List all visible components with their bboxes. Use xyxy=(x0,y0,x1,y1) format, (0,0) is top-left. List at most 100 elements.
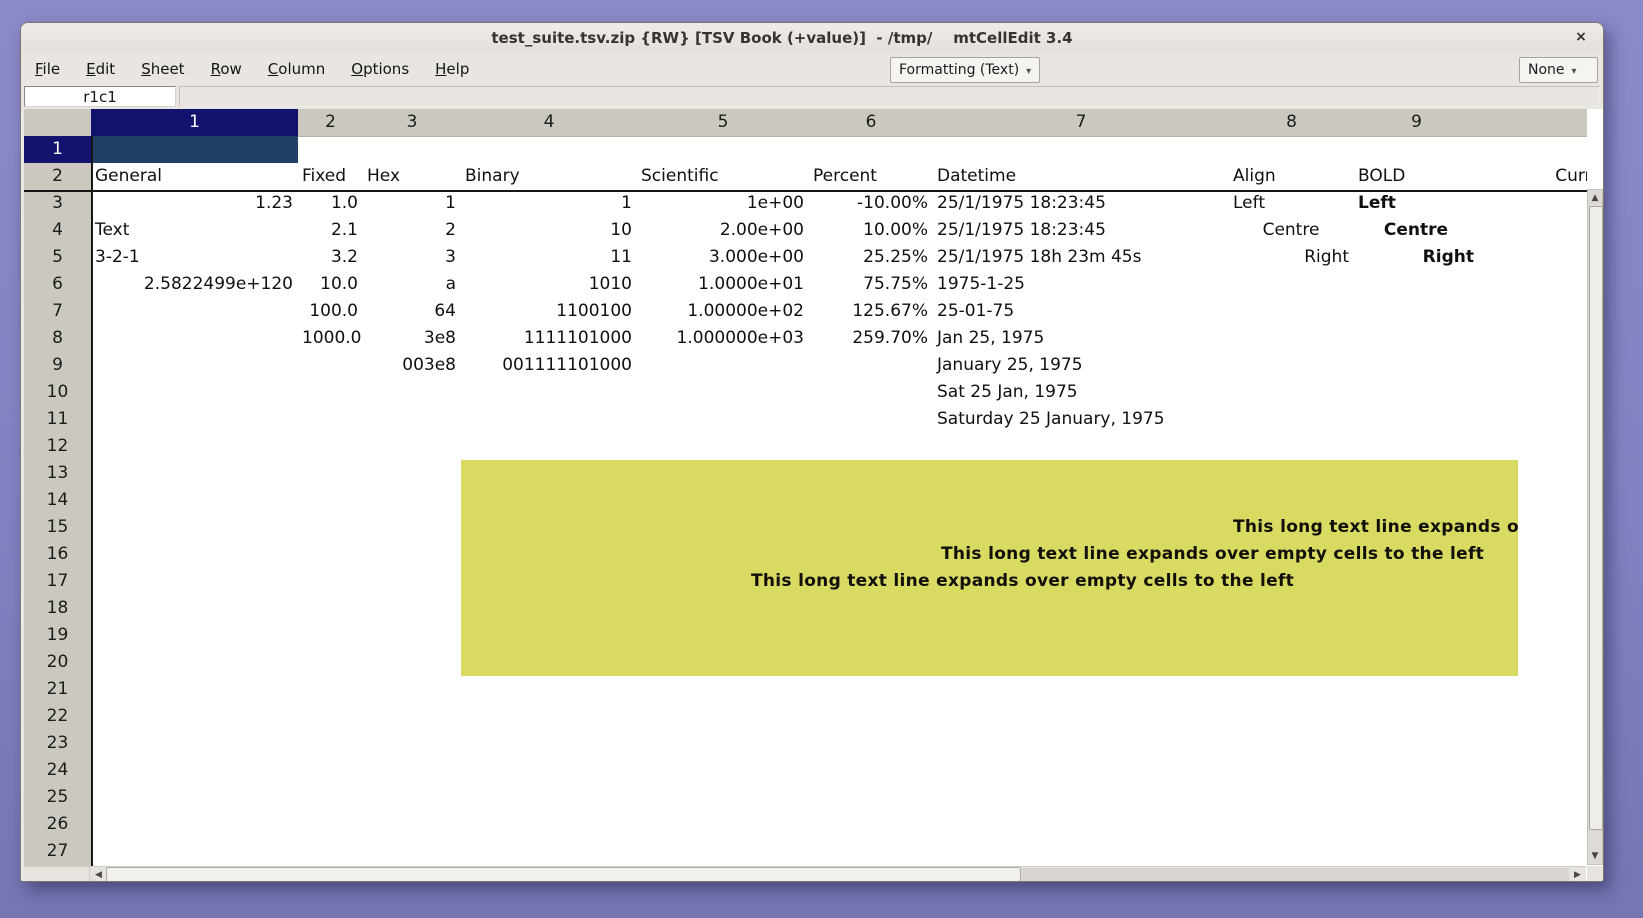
cell-r8c4[interactable]: 1111101000 xyxy=(465,325,632,352)
cell-r5c1[interactable]: 3-2-1 xyxy=(95,244,293,271)
cell-r5c8[interactable]: Right xyxy=(1233,244,1349,271)
cell-r6c3[interactable]: a xyxy=(367,271,456,298)
scroll-up-icon[interactable]: ▲ xyxy=(1588,190,1602,206)
cell-r2c5[interactable]: Scientific xyxy=(641,163,804,190)
row-header-3[interactable]: 3 xyxy=(24,190,91,217)
cell-r7c2[interactable]: 100.0 xyxy=(302,298,358,325)
row-header-14[interactable]: 14 xyxy=(24,487,91,514)
cell-r4c5[interactable]: 2.00e+00 xyxy=(641,217,804,244)
cell-r2c4[interactable]: Binary xyxy=(465,163,632,190)
row-header-1[interactable]: 1 xyxy=(24,136,91,163)
cell-r3c6[interactable]: -10.00% xyxy=(813,190,928,217)
row-header-26[interactable]: 26 xyxy=(24,811,91,838)
cell-r4c2[interactable]: 2.1 xyxy=(302,217,358,244)
cell-r2c1[interactable]: General xyxy=(95,163,293,190)
scroll-down-icon[interactable]: ▼ xyxy=(1588,848,1602,864)
row-header-16[interactable]: 16 xyxy=(24,541,91,568)
row-header-18[interactable]: 18 xyxy=(24,595,91,622)
cell-r7c3[interactable]: 64 xyxy=(367,298,456,325)
cell-r5c3[interactable]: 3 xyxy=(367,244,456,271)
formula-display[interactable] xyxy=(179,86,1600,107)
cell-r5c4[interactable]: 11 xyxy=(465,244,632,271)
cell-r4c4[interactable]: 10 xyxy=(465,217,632,244)
cell-r3c7[interactable]: 25/1/1975 18:23:45 xyxy=(937,190,1224,217)
menu-edit[interactable]: Edit xyxy=(86,60,115,78)
column-header-3[interactable]: 3 xyxy=(363,109,461,136)
cell-r3c2[interactable]: 1.0 xyxy=(302,190,358,217)
cell-r8c7[interactable]: Jan 25, 1975 xyxy=(937,325,1224,352)
menu-file[interactable]: File xyxy=(35,60,60,78)
cell-r9c3[interactable]: 003e8 xyxy=(367,352,456,379)
vertical-scrollbar[interactable]: ▲ ▼ xyxy=(1587,189,1603,865)
column-header-4[interactable]: 4 xyxy=(461,109,637,136)
row-header-12[interactable]: 12 xyxy=(24,433,91,460)
cell-r8c6[interactable]: 259.70% xyxy=(813,325,928,352)
cell-r5c2[interactable]: 3.2 xyxy=(302,244,358,271)
cell-r5c6[interactable]: 25.25% xyxy=(813,244,928,271)
row-header-9[interactable]: 9 xyxy=(24,352,91,379)
cell-r7c5[interactable]: 1.00000e+02 xyxy=(641,298,804,325)
row-header-21[interactable]: 21 xyxy=(24,676,91,703)
row-header-11[interactable]: 11 xyxy=(24,406,91,433)
menu-sheet[interactable]: Sheet xyxy=(141,60,184,78)
cell-r6c6[interactable]: 75.75% xyxy=(813,271,928,298)
row-header-22[interactable]: 22 xyxy=(24,703,91,730)
cell-r6c5[interactable]: 1.0000e+01 xyxy=(641,271,804,298)
row-header-24[interactable]: 24 xyxy=(24,757,91,784)
cell-r6c7[interactable]: 1975-1-25 xyxy=(937,271,1224,298)
cell-r11c7[interactable]: Saturday 25 January, 1975 xyxy=(937,406,1224,433)
row-header-27[interactable]: 27 xyxy=(24,838,91,865)
column-header-6[interactable]: 6 xyxy=(809,109,933,136)
selected-cell-r1c1[interactable] xyxy=(93,136,298,163)
title-bar[interactable]: test_suite.tsv.zip {RW} [TSV Book (+valu… xyxy=(21,23,1603,52)
row-header-15[interactable]: 15 xyxy=(24,514,91,541)
cell-reference-box[interactable]: r1c1 xyxy=(24,86,176,107)
cell-r2c7[interactable]: Datetime xyxy=(937,163,1224,190)
horizontal-scrollbar-track[interactable] xyxy=(1021,868,1569,882)
cell-r3c4[interactable]: 1 xyxy=(465,190,632,217)
horizontal-scrollbar[interactable]: ◀ ▶ xyxy=(24,866,1586,882)
column-header-2[interactable]: 2 xyxy=(298,109,363,136)
row-header-13[interactable]: 13 xyxy=(24,460,91,487)
cell-r2c3[interactable]: Hex xyxy=(367,163,456,190)
cell-r5c5[interactable]: 3.000e+00 xyxy=(641,244,804,271)
row-header-4[interactable]: 4 xyxy=(24,217,91,244)
cell-r8c2[interactable]: 1000.0 xyxy=(302,325,358,352)
cell-r2c10[interactable]: Currency xyxy=(1483,163,1587,190)
horizontal-scrollbar-thumb[interactable] xyxy=(106,867,1021,882)
cell-r4c7[interactable]: 25/1/1975 18:23:45 xyxy=(937,217,1224,244)
cell-r9c4[interactable]: 001111101000 xyxy=(465,352,632,379)
vertical-scrollbar-thumb[interactable] xyxy=(1589,206,1603,830)
cell-r7c7[interactable]: 25-01-75 xyxy=(937,298,1224,325)
cell-r3c5[interactable]: 1e+00 xyxy=(641,190,804,217)
column-header-9[interactable]: 9 xyxy=(1354,109,1479,136)
cell-r2c2[interactable]: Fixed xyxy=(302,163,358,190)
row-header-17[interactable]: 17 xyxy=(24,568,91,595)
cell-r3c1[interactable]: 1.23 xyxy=(95,190,293,217)
cell-r2c9[interactable]: BOLD xyxy=(1358,163,1474,190)
column-header-1[interactable]: 1 xyxy=(91,109,298,136)
cell-r10c7[interactable]: Sat 25 Jan, 1975 xyxy=(937,379,1224,406)
cell-r9c7[interactable]: January 25, 1975 xyxy=(937,352,1224,379)
cell-r4c1[interactable]: Text xyxy=(95,217,293,244)
highlight-block[interactable]: This long text line expands over empty c… xyxy=(461,460,1518,676)
menu-row[interactable]: Row xyxy=(211,60,242,78)
cell-r7c4[interactable]: 1100100 xyxy=(465,298,632,325)
cell-r4c8[interactable]: Centre xyxy=(1233,217,1349,244)
row-header-25[interactable]: 25 xyxy=(24,784,91,811)
scroll-right-icon[interactable]: ▶ xyxy=(1569,867,1586,882)
close-icon[interactable]: × xyxy=(1572,29,1590,47)
row-header-7[interactable]: 7 xyxy=(24,298,91,325)
cell-r4c3[interactable]: 2 xyxy=(367,217,456,244)
row-header-5[interactable]: 5 xyxy=(24,244,91,271)
scroll-left-icon[interactable]: ◀ xyxy=(89,867,107,882)
cell-r5c7[interactable]: 25/1/1975 18h 23m 45s xyxy=(937,244,1224,271)
cell-r3c3[interactable]: 1 xyxy=(367,190,456,217)
menu-help[interactable]: Help xyxy=(435,60,469,78)
cell-r2c8[interactable]: Align xyxy=(1233,163,1349,190)
menu-options[interactable]: Options xyxy=(351,60,409,78)
row-header-23[interactable]: 23 xyxy=(24,730,91,757)
cell-r8c3[interactable]: 3e8 xyxy=(367,325,456,352)
formatting-dropdown[interactable]: Formatting (Text)▾ xyxy=(890,57,1040,83)
row-header-20[interactable]: 20 xyxy=(24,649,91,676)
